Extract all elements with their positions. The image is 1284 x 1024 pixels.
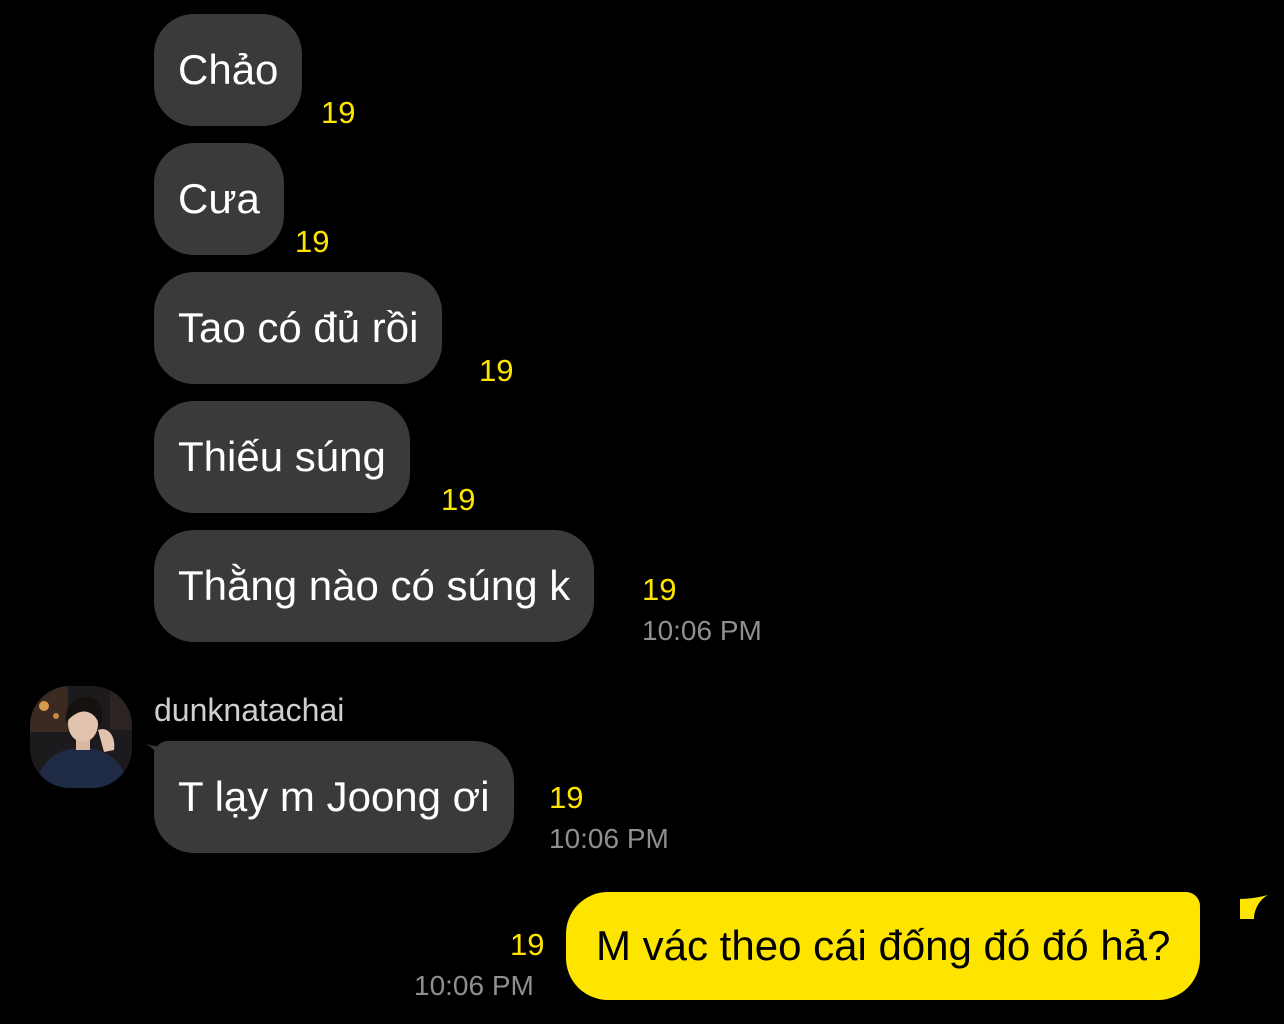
incoming-message-bubble[interactable]: Tao có đủ rồi	[154, 272, 443, 384]
unread-count: 19	[510, 927, 545, 962]
unread-count: 19	[321, 95, 356, 130]
message-text: Thằng nào có súng k	[178, 562, 571, 609]
unread-count: 19	[295, 224, 330, 259]
incoming-message-bubble[interactable]: Chảo	[154, 14, 303, 126]
message-text: Tao có đủ rồi	[178, 304, 419, 351]
message-timestamp: 10:06 PM	[549, 823, 669, 854]
message-text: T lạy m Joong ơi	[178, 773, 490, 820]
unread-count: 19	[479, 353, 514, 388]
avatar[interactable]	[30, 686, 132, 788]
message-text: Chảo	[178, 46, 279, 93]
outgoing-message-bubble[interactable]: M vác theo cái đống đó đó hả?	[566, 892, 1201, 1000]
message-text: Cưa	[178, 175, 260, 222]
bubble-tail-icon	[1240, 895, 1268, 919]
message-text: Thiếu súng	[178, 433, 386, 480]
incoming-message-bubble[interactable]: T lạy m Joong ơi	[154, 741, 514, 853]
incoming-message-bubble[interactable]: Cưa	[154, 143, 284, 255]
message-timestamp: 10:06 PM	[642, 615, 762, 646]
profile-photo-avatar-icon	[30, 686, 132, 788]
incoming-message-bubble[interactable]: Thiếu súng	[154, 401, 410, 513]
unread-count: 19	[642, 572, 677, 607]
message-timestamp: 10:06 PM	[414, 970, 534, 1001]
incoming-message-bubble[interactable]: Thằng nào có súng k	[154, 530, 595, 642]
sender-name[interactable]: dunknatachai	[154, 690, 344, 730]
unread-count: 19	[441, 482, 476, 517]
message-text: M vác theo cái đống đó đó hả?	[596, 922, 1171, 969]
unread-count: 19	[549, 780, 584, 815]
